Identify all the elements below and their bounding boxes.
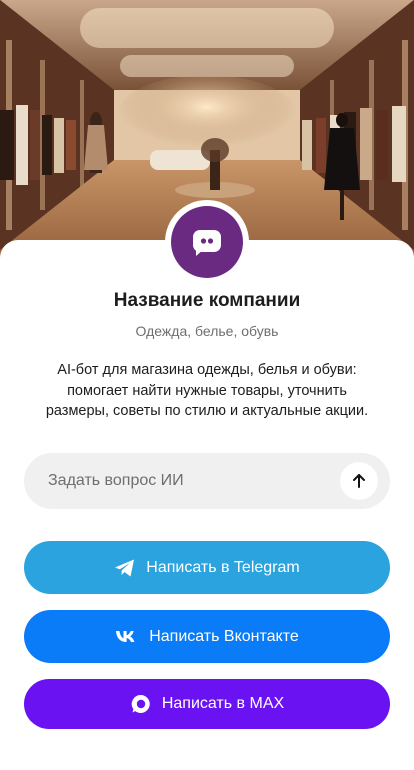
chat-bot-icon	[171, 206, 243, 278]
vk-button-label: Написать Вконтакте	[149, 627, 299, 645]
max-button-label: Написать в MAX	[161, 695, 285, 712]
telegram-icon	[114, 558, 136, 578]
max-button[interactable]: Написать в MAX	[24, 679, 390, 729]
arrow-up-icon	[353, 474, 365, 488]
send-button[interactable]	[340, 462, 378, 500]
telegram-button-label: Написать в Telegram	[146, 558, 300, 576]
vk-icon	[115, 629, 139, 645]
company-description: AI-бот для магазина одежды, белья и обув…	[45, 362, 369, 419]
bot-landing-page: Название компании Одежда, белье, обувь A…	[0, 0, 414, 770]
avatar	[165, 200, 249, 284]
max-icon	[130, 693, 152, 715]
company-category: Одежда, белье, обувь	[135, 323, 279, 339]
company-name: Название компании	[113, 290, 301, 311]
telegram-button[interactable]: Написать в Telegram	[24, 541, 390, 594]
ask-ai-field	[24, 453, 390, 509]
ask-ai-input[interactable]	[24, 471, 340, 491]
vk-button[interactable]: Написать Вконтакте	[24, 610, 390, 663]
